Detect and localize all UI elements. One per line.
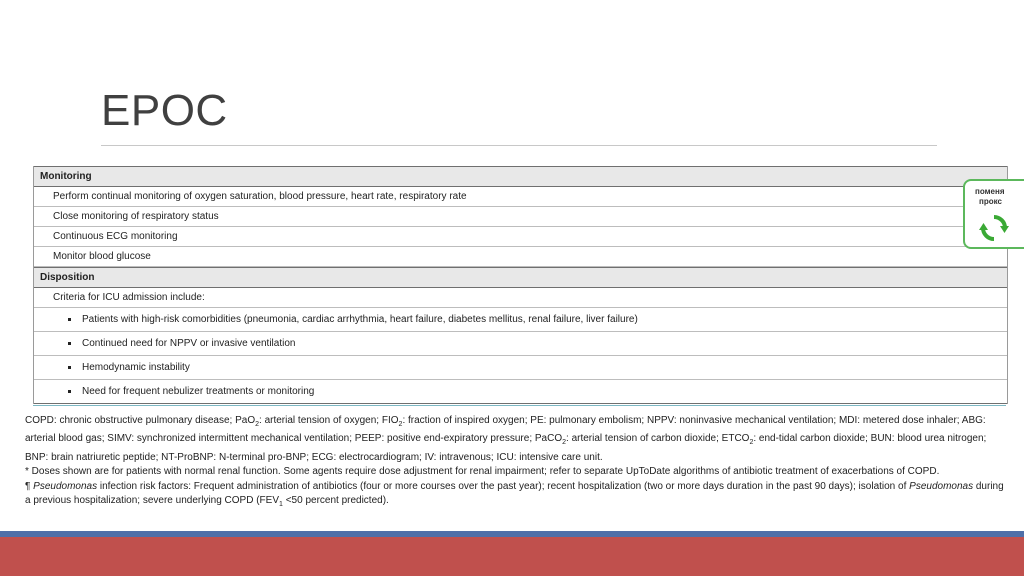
table-row: Continuous ECG monitoring — [34, 227, 1007, 247]
treatment-table: Monitoring Perform continual monitoring … — [33, 166, 1008, 404]
bullet-text: Need for frequent nebulizer treatments o… — [82, 386, 315, 397]
title-divider — [101, 145, 937, 146]
pseudomonas-note: ¶ Pseudomonas infection risk factors: Fr… — [25, 480, 1004, 509]
table-row: Close monitoring of respiratory status — [34, 207, 1007, 227]
bullet-icon — [68, 342, 71, 345]
proxy-switch-button[interactable]: поменя прокс — [963, 179, 1024, 249]
table-row: Perform continual monitoring of oxygen s… — [34, 187, 1007, 207]
bullet-row: Need for frequent nebulizer treatments o… — [34, 380, 1007, 404]
footer-band-red — [0, 537, 1024, 576]
table-row: Monitor blood glucose — [34, 247, 1007, 267]
proxy-label: поменя прокс — [975, 187, 1005, 206]
refresh-icon — [979, 215, 1009, 241]
bullet-row: Continued need for NPPV or invasive vent… — [34, 332, 1007, 356]
section-header-disposition: Disposition — [34, 267, 1007, 288]
section-header-monitoring: Monitoring — [34, 166, 1007, 187]
slide-title: EPOC — [101, 86, 228, 135]
bullet-icon — [68, 390, 71, 393]
bullet-text: Continued need for NPPV or invasive vent… — [82, 338, 296, 349]
table-row: Criteria for ICU admission include: — [34, 288, 1007, 308]
bullet-row: Hemodynamic instability — [34, 356, 1007, 380]
bullet-icon — [68, 318, 71, 321]
doses-note: * Doses shown are for patients with norm… — [25, 466, 940, 478]
bullet-text: Hemodynamic instability — [82, 362, 190, 373]
bullet-row: Patients with high-risk comorbidities (p… — [34, 308, 1007, 332]
footnote-divider — [33, 405, 1006, 406]
footnotes: COPD: chronic obstructive pulmonary dise… — [25, 414, 1005, 512]
bullet-text: Patients with high-risk comorbidities (p… — [82, 314, 638, 325]
abbreviations-note: COPD: chronic obstructive pulmonary dise… — [25, 415, 987, 463]
bullet-icon — [68, 366, 71, 369]
